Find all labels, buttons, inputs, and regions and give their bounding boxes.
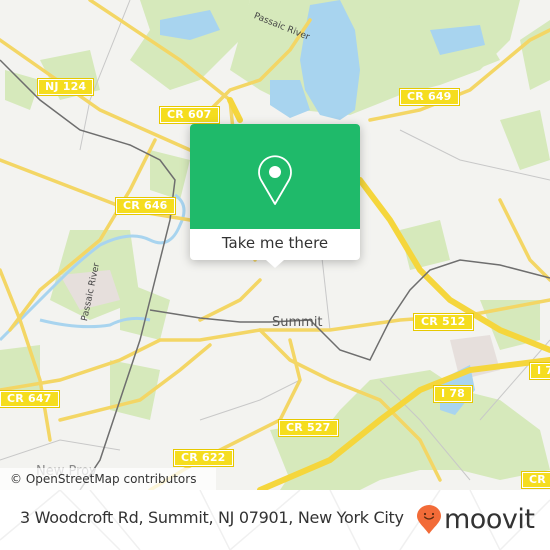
road-shield-cr-622: CR 622 xyxy=(173,449,234,467)
road-shield-cr-607: CR 607 xyxy=(159,106,220,124)
road-shield-cr-649: CR 649 xyxy=(399,88,460,106)
address-text: 3 Woodcroft Rd, Summit, NJ 07901, New Yo… xyxy=(20,508,404,527)
road-shield-i-78: I 78 xyxy=(432,385,474,403)
moovit-wordmark: moovit xyxy=(444,504,535,535)
footer: 3 Woodcroft Rd, Summit, NJ 07901, New Yo… xyxy=(0,490,550,550)
road-shield-nj-124: NJ 124 xyxy=(36,78,95,96)
road-shield-cr-512: CR 512 xyxy=(413,313,474,331)
moovit-pin-smile-icon xyxy=(417,505,441,534)
map-attribution: © OpenStreetMap contributors xyxy=(0,468,216,490)
map[interactable]: NJ 124 CR 607 CR 649 CR 646 CR 512 CR 64… xyxy=(0,0,550,490)
road-shield-cr-646: CR 646 xyxy=(115,197,176,215)
road-shield-cr-527: CR 527 xyxy=(278,419,339,437)
road-shield-i-78-east: I 78 xyxy=(528,362,550,380)
road-shield-cr-5: CR 5 xyxy=(521,471,550,489)
location-popup[interactable]: Take me there xyxy=(190,124,360,268)
take-me-there-button[interactable]: Take me there xyxy=(190,229,360,260)
place-label-summit: Summit xyxy=(272,315,323,330)
road-shield-cr-647: CR 647 xyxy=(0,390,60,408)
popup-pointer xyxy=(266,260,284,268)
